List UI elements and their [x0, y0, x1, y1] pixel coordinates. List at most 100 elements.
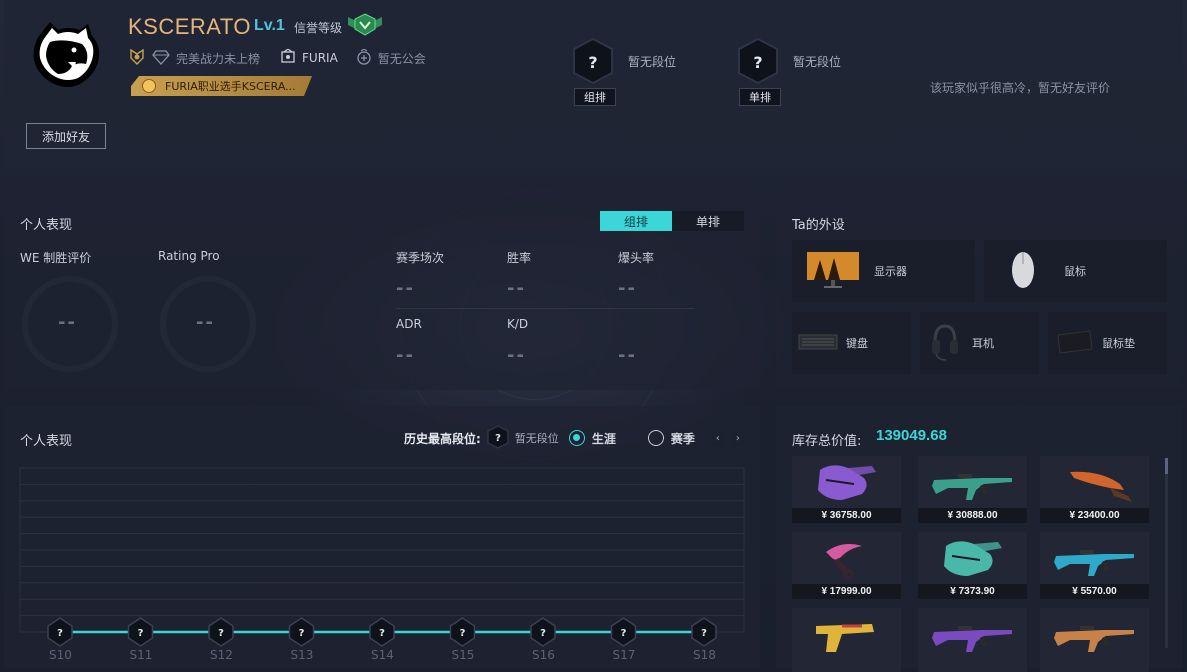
- pro-badge-text: FURIA职业选手KSCERA...: [165, 80, 296, 93]
- season-label: S11: [129, 648, 153, 662]
- season-rank-marker[interactable]: ?: [449, 617, 476, 647]
- stat-kd-value: --: [507, 345, 526, 366]
- gear-monitor[interactable]: 显示器: [792, 240, 975, 302]
- stat-winrate-label: 胜率: [507, 251, 532, 265]
- scrollbar-thumb[interactable]: [1165, 458, 1168, 474]
- season-label: S13: [290, 648, 314, 662]
- guild-icon: [356, 47, 372, 68]
- season-rank-marker[interactable]: ?: [288, 617, 315, 647]
- rating-pro-value: --: [196, 312, 215, 333]
- inventory-scrollbar[interactable]: [1165, 458, 1168, 648]
- rank-group-hex-icon[interactable]: ?: [571, 37, 615, 85]
- headset-icon: [930, 322, 960, 365]
- rank-group-tag: 组排: [574, 88, 616, 106]
- season-rank-marker[interactable]: ?: [530, 617, 556, 647]
- keyboard-icon: [798, 333, 838, 354]
- stat-matches-label: 赛季场次: [396, 251, 445, 265]
- stat-matches-value: --: [396, 278, 415, 299]
- gear-keyboard[interactable]: 键盘: [792, 312, 911, 374]
- stat-adr-value: --: [396, 345, 415, 366]
- chart-grid: [19, 467, 745, 633]
- inventory-title: 库存总价值:: [792, 434, 862, 449]
- season-rank-marker[interactable]: ?: [369, 617, 395, 647]
- stat-winrate-value: --: [507, 278, 526, 299]
- season-rank-marker[interactable]: ?: [208, 617, 234, 647]
- inventory-item-price: ¥ 17999.00: [792, 584, 901, 599]
- team-icon: [280, 47, 296, 68]
- inventory-item[interactable]: ¥ 5570.00: [1040, 532, 1149, 599]
- gear-mouse-label: 鼠标: [1064, 265, 1086, 278]
- gear-headset[interactable]: 耳机: [920, 312, 1039, 374]
- gear-monitor-label: 显示器: [874, 265, 907, 278]
- guild-text: 暂无公会: [377, 51, 426, 66]
- mousepad-icon: [1054, 329, 1094, 358]
- inventory-item-price: ¥ 7373.90: [918, 584, 1027, 599]
- inventory-item[interactable]: [918, 608, 1027, 672]
- pro-badge-icon: [142, 79, 156, 93]
- inventory-item[interactable]: ¥ 36758.00: [792, 456, 901, 523]
- inventory-item[interactable]: [1040, 608, 1149, 672]
- season-rank-marker[interactable]: ?: [127, 617, 154, 647]
- diamond-icon: [152, 48, 170, 69]
- stat-extra-value: --: [618, 345, 637, 366]
- performance-panel: 个人表现 组排 单排 WE 制胜评价 -- Rating Pro -- 赛季场次…: [4, 190, 760, 390]
- stats-divider: [396, 308, 694, 309]
- season-label: S16: [532, 648, 555, 662]
- inventory-item[interactable]: ¥ 30888.00: [918, 456, 1027, 523]
- gear-headset-label: 耳机: [972, 337, 994, 350]
- rating-pro-label: Rating Pro: [158, 249, 220, 263]
- queue-toggle: 组排 单排: [600, 211, 744, 231]
- stat-headshot-label: 爆头率: [618, 251, 655, 265]
- performance-title: 个人表现: [20, 218, 73, 233]
- season-rank-symbol: ?: [460, 628, 466, 639]
- gear-keyboard-label: 键盘: [846, 337, 868, 350]
- inventory-item[interactable]: ¥ 17999.00: [792, 532, 901, 599]
- inventory-panel: 库存总价值: 139049.68 ¥ 36758.00 ¥ 30888.00 ¥ 2…: [776, 406, 1183, 672]
- credit-level-icon[interactable]: [346, 13, 384, 40]
- season-rank-symbol: ?: [701, 628, 707, 639]
- history-chart: ?????????: [19, 467, 745, 647]
- player-name: KSCERATO: [128, 14, 251, 39]
- season-label: S10: [49, 648, 72, 662]
- season-label: S14: [371, 648, 394, 662]
- season-rank-symbol: ?: [218, 628, 224, 639]
- gear-mousepad-label: 鼠标垫: [1102, 337, 1135, 350]
- rank-solo-status: 暂无段位: [793, 55, 842, 69]
- toggle-solo[interactable]: 单排: [672, 211, 744, 231]
- player-level: Lv.1: [254, 17, 285, 34]
- we-rating-label: WE 制胜评价: [20, 251, 92, 265]
- inventory-item-price: ¥ 5570.00: [1040, 584, 1149, 599]
- season-rank-symbol: ?: [540, 628, 546, 639]
- gear-title: Ta的外设: [792, 218, 845, 233]
- inventory-item-price: ¥ 30888.00: [918, 508, 1027, 523]
- rank-history-panel: 个人表现 历史最高段位: ? 暂无段位 生涯 赛季 ‹ › ????????? …: [4, 406, 760, 668]
- stat-kd-label: K/D: [507, 317, 529, 331]
- season-label: S17: [612, 648, 636, 662]
- mouse-icon: [1010, 250, 1036, 293]
- rank-solo-hex-icon[interactable]: ?: [736, 37, 780, 85]
- medal-icon: [128, 48, 146, 69]
- inventory-item[interactable]: [792, 608, 901, 672]
- rank-group-status: 暂无段位: [628, 55, 677, 69]
- season-rank-symbol: ?: [57, 628, 63, 639]
- gear-mouse[interactable]: 鼠标: [984, 240, 1167, 302]
- season-rank-marker[interactable]: ?: [691, 617, 717, 647]
- season-label: S18: [693, 648, 716, 662]
- season-rank-marker[interactable]: ?: [47, 617, 73, 647]
- team-name[interactable]: FURIA: [302, 51, 338, 65]
- season-rank-symbol: ?: [379, 628, 385, 639]
- profile-meta-row: 完美战力未上榜 FURIA 暂无公会: [128, 47, 426, 69]
- season-rank-marker[interactable]: ?: [610, 617, 637, 647]
- gear-mousepad[interactable]: 鼠标垫: [1048, 312, 1167, 374]
- rank-group-symbol: ?: [588, 53, 597, 72]
- power-rank-text: 完美战力未上榜: [176, 51, 261, 66]
- add-friend-button[interactable]: 添加好友: [26, 123, 106, 149]
- team-logo: [28, 18, 104, 92]
- season-label: S12: [210, 648, 233, 662]
- friend-evaluation-text: 该玩家似乎很高冷，暂无好友评价: [930, 81, 1111, 95]
- toggle-group[interactable]: 组排: [600, 211, 672, 231]
- pro-player-badge[interactable]: FURIA职业选手KSCERA...: [131, 76, 312, 96]
- inventory-item[interactable]: ¥ 7373.90: [918, 532, 1027, 599]
- inventory-total-value: 139049.68: [876, 427, 947, 444]
- inventory-item[interactable]: ¥ 23400.00: [1040, 456, 1149, 523]
